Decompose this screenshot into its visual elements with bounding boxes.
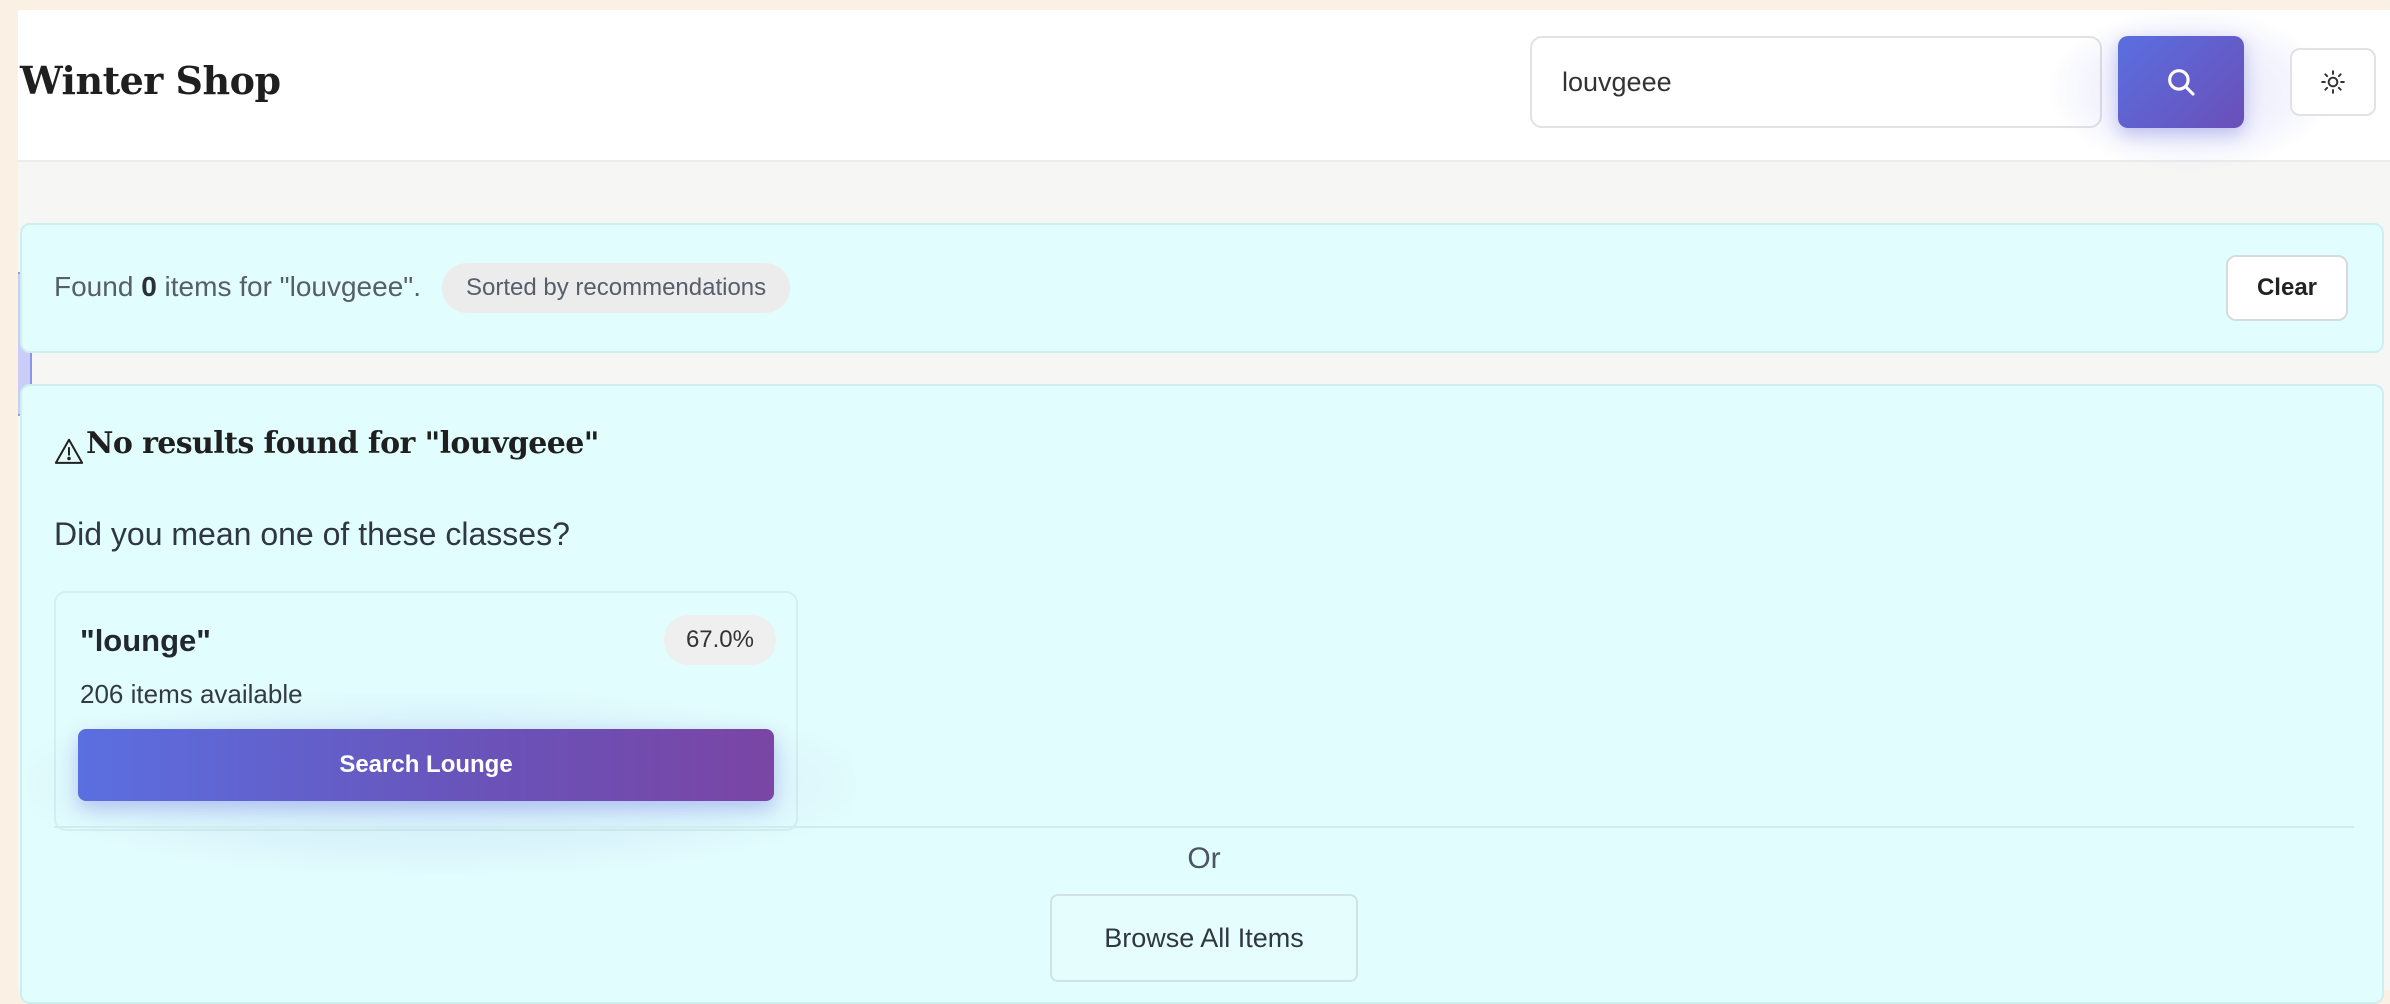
- theme-toggle-button[interactable]: [2290, 48, 2376, 116]
- sun-icon: [2321, 70, 2345, 94]
- warning-icon: [54, 438, 84, 464]
- found-prefix: Found: [54, 271, 134, 302]
- browse-all-button[interactable]: Browse All Items: [1050, 894, 1358, 982]
- found-suffix: items for "louvgeee".: [164, 271, 421, 302]
- search-icon: [2168, 69, 2195, 96]
- sort-badge: Sorted by recommendations: [442, 263, 791, 313]
- no-results-title: No results found for "louvgeee": [86, 426, 599, 461]
- results-summary-bar: Found 0 items for "louvgeee". Sorted by …: [20, 223, 2384, 353]
- clear-button[interactable]: Clear: [2226, 255, 2348, 321]
- no-results-heading: No results found for "louvgeee": [54, 426, 599, 464]
- results-count-text: Found 0 items for "louvgeee".: [54, 271, 421, 303]
- results-count: 0: [141, 271, 157, 302]
- suggestion-name: "lounge": [80, 623, 211, 658]
- header: Winter Shop: [18, 10, 2390, 170]
- search-suggestion-button[interactable]: Search Lounge: [78, 729, 774, 801]
- suggestion-card: "lounge" 67.0% 206 items available Searc…: [26, 591, 856, 873]
- divider: [54, 826, 2354, 828]
- brand-title[interactable]: Winter Shop: [20, 58, 281, 103]
- search-input[interactable]: [1530, 36, 2102, 128]
- app-frame: Winter Shop Found: [18, 10, 2390, 1004]
- or-separator: Or: [1187, 842, 1221, 875]
- suggestion-score-badge: 67.0%: [663, 615, 776, 665]
- did-you-mean-text: Did you mean one of these classes?: [54, 516, 570, 552]
- search-button[interactable]: [2118, 36, 2244, 128]
- no-results-panel: No results found for "louvgeee" Did you …: [20, 384, 2384, 1004]
